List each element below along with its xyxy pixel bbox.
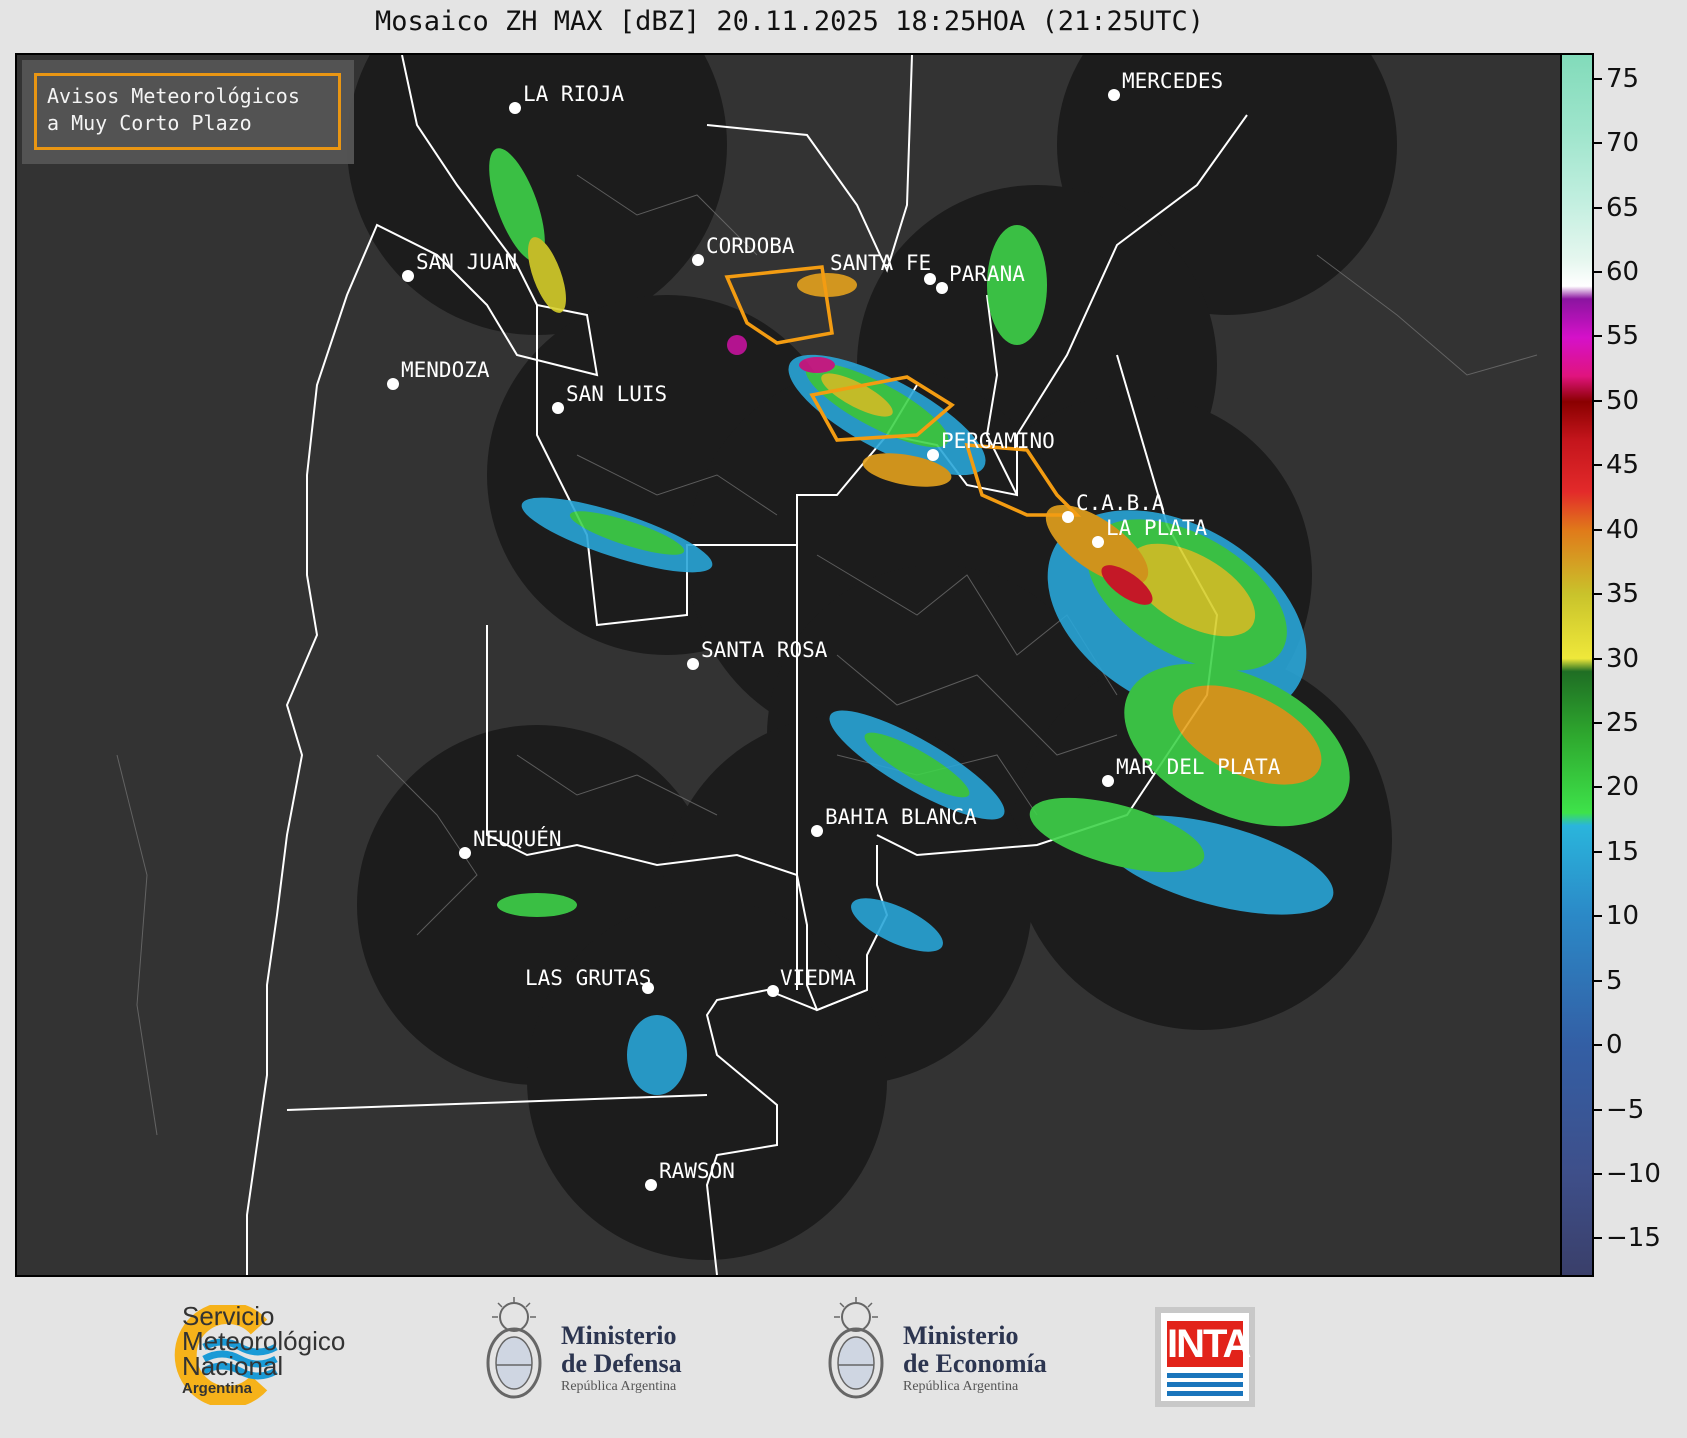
svg-text:CORDOBA: CORDOBA (706, 234, 795, 258)
svg-text:PERGAMINO: PERGAMINO (941, 429, 1055, 453)
colorbar-tick (1594, 1237, 1602, 1240)
colorbar-tick (1594, 464, 1602, 467)
colorbar-tick-label: 0 (1606, 1030, 1623, 1061)
colorbar-tick-label: 25 (1606, 707, 1640, 738)
colorbar-tick (1594, 979, 1602, 982)
colorbar-tick-label: 60 (1606, 257, 1640, 288)
smn-line3: Nacional (182, 1351, 284, 1381)
warnings-legend-line1: Avisos Meteorológicos (47, 84, 300, 108)
ministerio-economia-text: Ministerio de Economía República Argenti… (903, 1322, 1047, 1396)
defensa-line1: Ministerio (561, 1321, 677, 1350)
svg-text:VIEDMA: VIEDMA (780, 966, 856, 990)
colorbar-tick-label: 55 (1606, 321, 1640, 352)
svg-text:LA PLATA: LA PLATA (1106, 516, 1208, 540)
colorbar-tick-label: 75 (1606, 63, 1640, 94)
svg-text:RAWSON: RAWSON (659, 1159, 735, 1183)
colorbar-tick (1594, 915, 1602, 918)
defensa-line3: República Argentina (561, 1379, 677, 1394)
svg-text:MERCEDES: MERCEDES (1122, 69, 1223, 93)
svg-text:SANTA FE: SANTA FE (830, 251, 931, 275)
colorbar-tick-label: −5 (1606, 1094, 1645, 1125)
colorbar-tick (1594, 335, 1602, 338)
colorbar-tick (1594, 77, 1602, 80)
defensa-line2: de Defensa (561, 1349, 682, 1378)
smn-line4: Argentina (182, 1380, 253, 1397)
colorbar-tick (1594, 1108, 1602, 1111)
colorbar-tick-label: 70 (1606, 128, 1640, 159)
warnings-legend: Avisos Meteorológicos a Muy Corto Plazo (22, 60, 354, 164)
colorbar-tick-label: 15 (1606, 836, 1640, 867)
colorbar-tick-label: 35 (1606, 579, 1640, 610)
svg-text:MAR DEL PLATA: MAR DEL PLATA (1116, 755, 1281, 779)
svg-text:LAS GRUTAS: LAS GRUTAS (525, 966, 651, 990)
colorbar-tick (1594, 721, 1602, 724)
colorbar-tick (1594, 1172, 1602, 1175)
escudo-defensa-icon (486, 1297, 542, 1399)
map-title: Mosaico ZH MAX [dBZ] 20.11.2025 18:25HOA… (374, 6, 1205, 37)
colorbar-tick (1594, 786, 1602, 789)
colorbar-tick-label: 10 (1606, 901, 1640, 932)
economia-line1: Ministerio (903, 1321, 1019, 1350)
svg-text:SAN JUAN: SAN JUAN (416, 250, 517, 274)
colorbar-tick (1594, 206, 1602, 209)
colorbar-tick-label: 5 (1606, 965, 1623, 996)
colorbar-tick-label: 40 (1606, 514, 1640, 545)
svg-text:PARANA: PARANA (949, 262, 1025, 286)
inta-logo-text: INTA (1167, 1321, 1251, 1367)
colorbar-tick (1594, 1044, 1602, 1047)
inta-logo: INTA (1155, 1307, 1255, 1407)
city-las-grutas: LAS GRUTAS (525, 966, 654, 994)
colorbar-tick (1594, 593, 1602, 596)
smn-logo-text: Servicio Meteorológico Nacional Argentin… (182, 1303, 345, 1399)
colorbar-tick-label: −15 (1606, 1223, 1661, 1254)
colorbar-tick (1594, 528, 1602, 531)
colorbar-tick-label: 65 (1606, 192, 1640, 223)
colorbar-tick (1594, 850, 1602, 853)
ministerio-defensa-text: Ministerio de Defensa República Argentin… (561, 1322, 682, 1396)
warnings-legend-line2: a Muy Corto Plazo (47, 111, 252, 135)
colorbar-tick-label: 50 (1606, 385, 1640, 416)
escudo-economia-icon (828, 1297, 884, 1399)
dbz-colorbar (1562, 53, 1594, 1277)
svg-text:SAN LUIS: SAN LUIS (566, 382, 667, 406)
colorbar-tick-label: 30 (1606, 643, 1640, 674)
colorbar-tick-label: 20 (1606, 772, 1640, 803)
radar-map[interactable]: LA RIOJA MERCEDES SAN JUAN CORDOBA SANTA… (15, 53, 1562, 1277)
colorbar-tick (1594, 271, 1602, 274)
warnings-legend-box: Avisos Meteorológicos a Muy Corto Plazo (34, 73, 341, 150)
colorbar-tick-label: −10 (1606, 1158, 1661, 1189)
colorbar-tick-label: 45 (1606, 450, 1640, 481)
economia-line2: de Economía (903, 1349, 1047, 1378)
svg-text:BAHIA BLANCA: BAHIA BLANCA (825, 805, 977, 829)
svg-text:LA RIOJA: LA RIOJA (523, 82, 625, 106)
svg-text:C.A.B.A: C.A.B.A (1076, 491, 1165, 515)
colorbar-tick (1594, 657, 1602, 660)
radar-mosaic-svg: LA RIOJA MERCEDES SAN JUAN CORDOBA SANTA… (17, 55, 1560, 1275)
svg-text:SANTA ROSA: SANTA ROSA (701, 638, 828, 662)
colorbar-tick (1594, 399, 1602, 402)
svg-text:NEUQUÉN: NEUQUÉN (473, 826, 562, 851)
svg-text:MENDOZA: MENDOZA (401, 358, 490, 382)
colorbar-tick (1594, 142, 1602, 145)
economia-line3: República Argentina (903, 1379, 1019, 1394)
